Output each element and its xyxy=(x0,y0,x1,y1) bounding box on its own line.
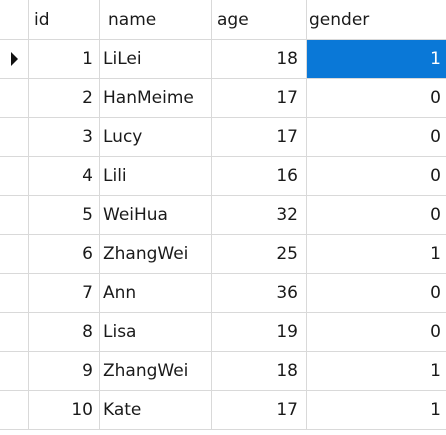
column-header-name[interactable]: name xyxy=(100,0,212,39)
grid-header-row: id name age gender xyxy=(0,0,446,40)
cell-gender[interactable]: 1 xyxy=(307,235,446,273)
cell-id[interactable]: 2 xyxy=(29,79,100,117)
cell-id[interactable]: 9 xyxy=(29,352,100,390)
cell-id[interactable]: 7 xyxy=(29,274,100,312)
cell-name[interactable]: LiLei xyxy=(100,40,212,78)
row-indicator[interactable] xyxy=(0,313,29,351)
cell-id[interactable]: 10 xyxy=(29,391,100,429)
column-header-age[interactable]: age xyxy=(212,0,307,39)
row-indicator[interactable] xyxy=(0,274,29,312)
cell-name[interactable]: ZhangWei xyxy=(100,235,212,273)
row-indicator-header xyxy=(0,0,29,39)
cell-gender[interactable]: 0 xyxy=(307,118,446,156)
cell-age[interactable]: 16 xyxy=(212,157,307,195)
cell-gender[interactable]: 0 xyxy=(307,274,446,312)
column-header-id[interactable]: id xyxy=(29,0,100,39)
cell-age[interactable]: 18 xyxy=(212,352,307,390)
row-indicator[interactable] xyxy=(0,352,29,390)
table-row[interactable]: 5 WeiHua 32 0 xyxy=(0,196,446,235)
current-row-arrow-icon xyxy=(10,52,18,66)
cell-gender[interactable]: 1 xyxy=(307,391,446,429)
cell-id[interactable]: 8 xyxy=(29,313,100,351)
cell-gender[interactable]: 0 xyxy=(307,313,446,351)
cell-name[interactable]: Ann xyxy=(100,274,212,312)
cell-age[interactable]: 17 xyxy=(212,118,307,156)
cell-id[interactable]: 6 xyxy=(29,235,100,273)
row-indicator[interactable] xyxy=(0,196,29,234)
cell-name[interactable]: Lucy xyxy=(100,118,212,156)
cell-age[interactable]: 36 xyxy=(212,274,307,312)
cell-gender[interactable]: 0 xyxy=(307,79,446,117)
cell-id[interactable]: 3 xyxy=(29,118,100,156)
cell-id[interactable]: 4 xyxy=(29,157,100,195)
row-indicator[interactable] xyxy=(0,79,29,117)
cell-id[interactable]: 1 xyxy=(29,40,100,78)
cell-age[interactable]: 18 xyxy=(212,40,307,78)
cell-gender-selected[interactable]: 1 xyxy=(307,40,446,78)
cell-name[interactable]: Lili xyxy=(100,157,212,195)
table-row[interactable]: 3 Lucy 17 0 xyxy=(0,118,446,157)
row-indicator[interactable] xyxy=(0,235,29,273)
cell-id[interactable]: 5 xyxy=(29,196,100,234)
row-indicator[interactable] xyxy=(0,391,29,429)
table-row[interactable]: 10 Kate 17 1 xyxy=(0,391,446,430)
cell-name[interactable]: Kate xyxy=(100,391,212,429)
table-row[interactable]: 2 HanMeime 17 0 xyxy=(0,79,446,118)
cell-age[interactable]: 25 xyxy=(212,235,307,273)
row-indicator[interactable] xyxy=(0,118,29,156)
table-row[interactable]: 4 Lili 16 0 xyxy=(0,157,446,196)
cell-age[interactable]: 32 xyxy=(212,196,307,234)
cell-gender[interactable]: 0 xyxy=(307,196,446,234)
cell-gender[interactable]: 0 xyxy=(307,157,446,195)
table-row[interactable]: 8 Lisa 19 0 xyxy=(0,313,446,352)
row-indicator[interactable] xyxy=(0,40,29,78)
cell-name[interactable]: ZhangWei xyxy=(100,352,212,390)
table-row[interactable]: 6 ZhangWei 25 1 xyxy=(0,235,446,274)
cell-name[interactable]: HanMeime xyxy=(100,79,212,117)
column-header-gender[interactable]: gender xyxy=(307,0,446,39)
row-indicator[interactable] xyxy=(0,157,29,195)
cell-name[interactable]: WeiHua xyxy=(100,196,212,234)
table-row[interactable]: 1 LiLei 18 1 xyxy=(0,40,446,79)
table-row[interactable]: 9 ZhangWei 18 1 xyxy=(0,352,446,391)
cell-age[interactable]: 19 xyxy=(212,313,307,351)
table-row[interactable]: 7 Ann 36 0 xyxy=(0,274,446,313)
result-grid: id name age gender 1 LiLei 18 1 2 HanMei… xyxy=(0,0,446,435)
cell-age[interactable]: 17 xyxy=(212,391,307,429)
cell-name[interactable]: Lisa xyxy=(100,313,212,351)
cell-gender[interactable]: 1 xyxy=(307,352,446,390)
cell-age[interactable]: 17 xyxy=(212,79,307,117)
